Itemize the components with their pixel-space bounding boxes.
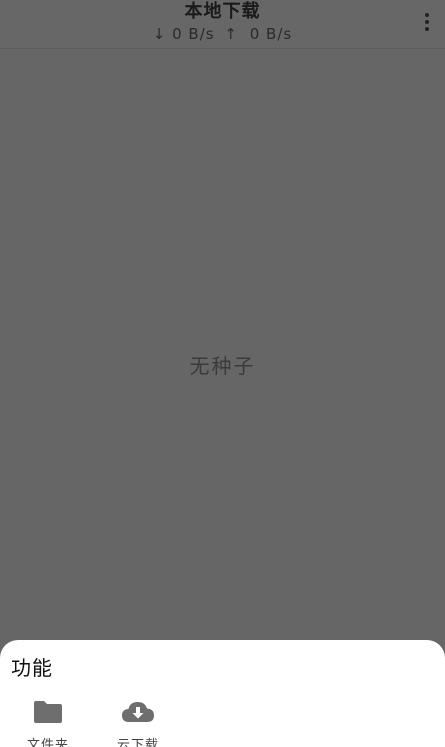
download-arrow-icon: ↓ xyxy=(152,25,167,43)
page-title: 本地下载 xyxy=(184,1,261,22)
more-vertical-icon[interactable] xyxy=(417,8,437,36)
cloud-download-icon xyxy=(122,702,154,722)
download-speed: 0 B/s xyxy=(172,25,215,43)
menu-dot xyxy=(425,13,429,17)
empty-state-text: 无种子 xyxy=(189,354,256,378)
folder-button[interactable]: 文件夹 xyxy=(16,698,80,747)
upload-arrow-icon: ↑ xyxy=(224,25,238,43)
cloud-download-label: 云下载 xyxy=(116,738,159,747)
speed-indicator: ↓ 0 B/s ↑ 0 B/s xyxy=(0,24,445,44)
app-header: 本地下载 ↓ 0 B/s ↑ 0 B/s xyxy=(0,0,445,49)
upload-speed: 0 B/s xyxy=(249,25,293,43)
folder-label: 文件夹 xyxy=(26,738,69,747)
sheet-title: 功能 xyxy=(11,656,53,680)
menu-dot xyxy=(425,27,429,31)
folder-icon xyxy=(34,701,62,723)
screen: 本地下载 ↓ 0 B/s ↑ 0 B/s 无种子 功能 文件夹 云下载 xyxy=(0,0,445,747)
function-bottom-sheet: 功能 文件夹 云下载 xyxy=(0,640,445,747)
cloud-download-button[interactable]: 云下载 xyxy=(106,698,170,747)
menu-dot xyxy=(425,20,429,24)
